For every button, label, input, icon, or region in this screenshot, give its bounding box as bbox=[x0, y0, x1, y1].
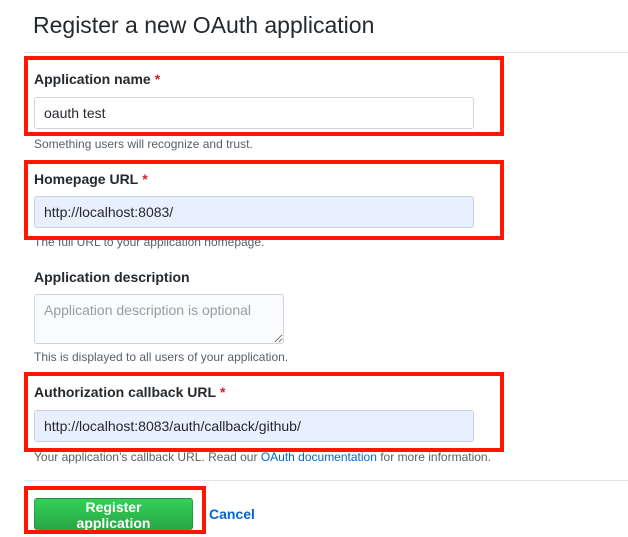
description-label: Application description bbox=[34, 269, 190, 285]
homepage-url-label: Homepage URL * bbox=[34, 171, 148, 187]
callback-url-input[interactable] bbox=[34, 410, 474, 442]
cancel-link[interactable]: Cancel bbox=[209, 506, 255, 522]
title-divider bbox=[24, 52, 628, 53]
form-divider bbox=[24, 480, 628, 481]
callback-url-hint: Your application’s callback URL. Read ou… bbox=[34, 450, 491, 464]
required-mark: * bbox=[154, 71, 161, 87]
app-name-label-text: Application name bbox=[34, 71, 151, 87]
required-mark: * bbox=[220, 384, 226, 400]
description-textarea[interactable] bbox=[34, 294, 284, 344]
app-name-hint: Something users will recognize and trust… bbox=[34, 137, 253, 151]
callback-url-hint-prefix: Your application’s callback URL. Read ou… bbox=[34, 450, 261, 464]
app-name-label: Application name * bbox=[34, 71, 160, 87]
register-application-button[interactable]: Register application bbox=[34, 498, 193, 531]
app-name-input[interactable] bbox=[34, 97, 474, 129]
description-hint: This is displayed to all users of your a… bbox=[34, 350, 289, 364]
homepage-url-input[interactable] bbox=[34, 196, 474, 228]
callback-url-label-text: Authorization callback URL bbox=[34, 384, 217, 400]
required-mark: * bbox=[142, 171, 148, 187]
homepage-url-label-text: Homepage URL bbox=[34, 171, 139, 187]
homepage-url-hint: The full URL to your application homepag… bbox=[34, 235, 265, 249]
oauth-documentation-link[interactable]: OAuth documentation bbox=[261, 450, 377, 464]
callback-url-label: Authorization callback URL * bbox=[34, 384, 225, 400]
callback-url-hint-suffix: for more information. bbox=[376, 450, 491, 464]
page-title: Register a new OAuth application bbox=[33, 12, 375, 38]
